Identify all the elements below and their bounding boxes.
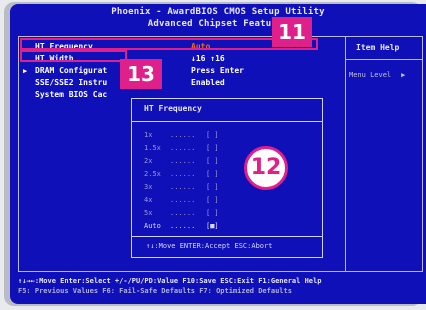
callout-11-badge: 11 (272, 17, 312, 47)
option-dots: ...... (170, 183, 196, 191)
key-help-line-1: ↑↓→←:Move Enter:Select +/-/PU/PD:Value F… (18, 277, 322, 285)
panel-divider (345, 37, 346, 271)
setting-sse-value[interactable]: Enabled (191, 78, 225, 87)
option-label: 2x (144, 157, 153, 165)
setting-ht-width-value[interactable]: ↓16 ↑16 (191, 54, 225, 63)
option-label: 1x (144, 131, 153, 139)
option-checkbox[interactable]: [ ] (206, 144, 219, 152)
popup-key-help: ↑↓:Move ENTER:Accept ESC:Abort (146, 242, 273, 250)
menu-level-label: Menu Level (349, 71, 392, 79)
option-label: 4x (144, 196, 153, 204)
setting-dram-config-label[interactable]: DRAM Configurat (35, 66, 107, 75)
option-checkbox[interactable]: [ ] (206, 183, 219, 191)
bios-subtitle: Advanced Chipset Features (147, 19, 289, 29)
option-checkbox[interactable]: [ ] (206, 196, 219, 204)
popup-option[interactable]: 2.5x...... [ ] (144, 170, 219, 178)
option-dots: ...... (170, 144, 196, 152)
option-checkbox[interactable]: [ ] (206, 131, 219, 139)
popup-option-selected[interactable]: Auto...... [■] (144, 222, 219, 230)
option-label: 2.5x (144, 170, 161, 178)
setting-system-bios-cache-label[interactable]: System BIOS Cac (35, 90, 107, 99)
ht-frequency-popup: HT Frequency 1x...... [ ] 1.5x...... [ ] 2… (131, 98, 323, 258)
help-divider (346, 59, 422, 60)
popup-option[interactable]: 5x...... [ ] (144, 209, 219, 217)
popup-option[interactable]: 1.5x...... [ ] (144, 144, 219, 152)
popup-title: HT Frequency (144, 104, 202, 113)
option-label: Auto (144, 222, 161, 230)
option-dots: ...... (170, 209, 196, 217)
option-checkbox[interactable]: [ ] (206, 157, 219, 165)
submenu-arrow-icon: ▶ (23, 67, 28, 75)
menu-level-indicator: Menu Level ▶ (349, 71, 405, 79)
setting-sse-label[interactable]: SSE/SSE2 Instru (35, 78, 107, 87)
option-dots: ...... (170, 157, 196, 165)
option-checkbox[interactable]: [■] (206, 222, 219, 230)
bios-header: Phoenix - AwardBIOS CMOS Setup Utility A… (10, 6, 426, 30)
option-dots: ...... (170, 196, 196, 204)
popup-option[interactable]: 4x...... [ ] (144, 196, 219, 204)
callout-12-badge: 12 (244, 146, 288, 190)
option-checkbox[interactable]: [ ] (206, 170, 219, 178)
key-help-line-2: F5: Previous Values F6: Fail-Safe Defaul… (18, 287, 292, 295)
option-checkbox[interactable]: [ ] (206, 209, 219, 217)
popup-bottom-divider (132, 236, 322, 237)
option-label: 3x (144, 183, 153, 191)
option-dots: ...... (170, 170, 196, 178)
bios-title: Phoenix - AwardBIOS CMOS Setup Utility (111, 7, 325, 17)
callout-13-badge: 13 (120, 59, 162, 89)
option-dots: ...... (170, 131, 196, 139)
item-help-title: Item Help (356, 43, 400, 52)
callout-13-highlight (20, 50, 127, 62)
option-dots: ...... (170, 222, 196, 230)
popup-top-divider (132, 121, 322, 122)
setting-dram-config-value[interactable]: Press Enter (191, 66, 244, 75)
popup-option[interactable]: 3x...... [ ] (144, 183, 219, 191)
option-label: 5x (144, 209, 153, 217)
option-label: 1.5x (144, 144, 161, 152)
popup-option[interactable]: 1x...... [ ] (144, 131, 219, 139)
menu-level-arrow-icon: ▶ (401, 71, 406, 79)
popup-option[interactable]: 2x...... [ ] (144, 157, 219, 165)
